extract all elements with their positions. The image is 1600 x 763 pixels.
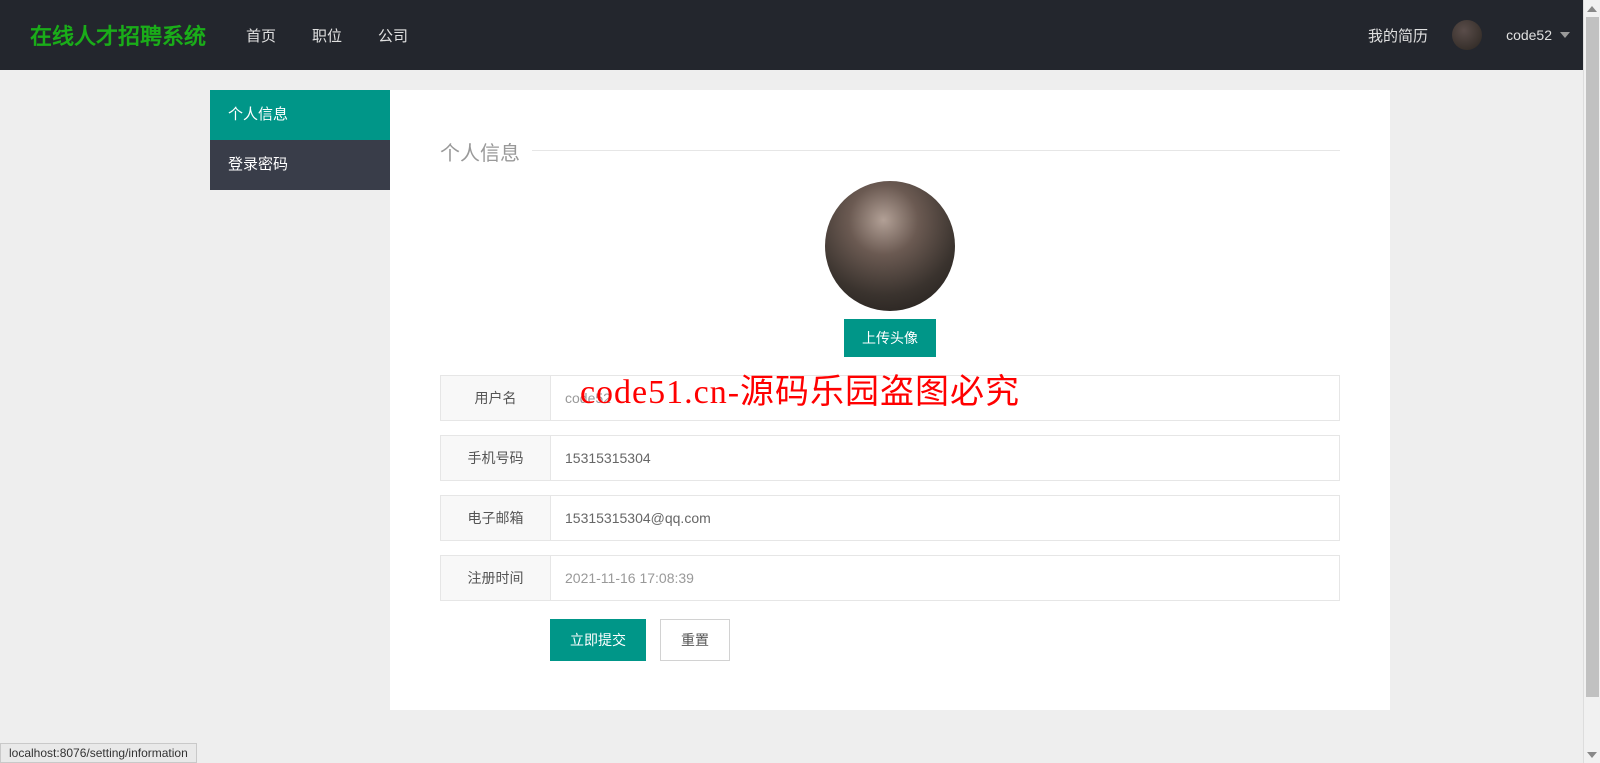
field-email: 电子邮箱 <box>440 495 1340 541</box>
sidebar-item-label: 个人信息 <box>228 106 288 123</box>
email-input[interactable] <box>551 496 1339 540</box>
page-container: 个人信息 登录密码 个人信息 上传头像 用户名 手机号码 电子邮箱 注册时间 <box>210 90 1390 710</box>
main-panel: 个人信息 上传头像 用户名 手机号码 电子邮箱 注册时间 立即提交 重置 <box>390 90 1390 710</box>
form-actions: 立即提交 重置 <box>440 619 1340 661</box>
regtime-input <box>551 556 1339 600</box>
nav-links: 首页 职位 公司 <box>246 25 408 46</box>
field-label: 注册时间 <box>441 556 551 600</box>
nav-username: code52 <box>1506 27 1552 43</box>
user-menu[interactable]: code52 <box>1506 27 1570 43</box>
sidebar-item-personal-info[interactable]: 个人信息 <box>210 90 390 140</box>
section-divider: 个人信息 <box>440 150 1340 151</box>
nav-right: 我的简历 code52 <box>1368 20 1570 50</box>
field-label: 用户名 <box>441 376 551 420</box>
nav-link-home[interactable]: 首页 <box>246 25 276 46</box>
nav-link-jobs[interactable]: 职位 <box>312 25 342 46</box>
caret-down-icon <box>1560 32 1570 38</box>
upload-avatar-button[interactable]: 上传头像 <box>844 319 936 357</box>
phone-input[interactable] <box>551 436 1339 480</box>
vertical-scrollbar[interactable] <box>1583 0 1600 763</box>
reset-button[interactable]: 重置 <box>660 619 730 661</box>
field-label: 电子邮箱 <box>441 496 551 540</box>
scroll-up-icon[interactable] <box>1584 0 1600 17</box>
avatar-image <box>825 181 955 311</box>
section-title: 个人信息 <box>440 137 532 166</box>
browser-status-bar: localhost:8076/setting/information <box>0 743 197 763</box>
sidebar-item-password[interactable]: 登录密码 <box>210 140 390 190</box>
avatar-block: 上传头像 <box>440 181 1340 357</box>
username-input <box>551 376 1339 420</box>
scroll-down-icon[interactable] <box>1584 746 1600 763</box>
field-label: 手机号码 <box>441 436 551 480</box>
nav-link-company[interactable]: 公司 <box>378 25 408 46</box>
brand-title: 在线人才招聘系统 <box>30 19 206 51</box>
field-regtime: 注册时间 <box>440 555 1340 601</box>
field-username: 用户名 <box>440 375 1340 421</box>
user-avatar-icon[interactable] <box>1452 20 1482 50</box>
field-phone: 手机号码 <box>440 435 1340 481</box>
navbar: 在线人才招聘系统 首页 职位 公司 我的简历 code52 <box>0 0 1600 70</box>
scrollbar-thumb[interactable] <box>1586 17 1599 697</box>
sidebar-item-label: 登录密码 <box>228 156 288 173</box>
nav-link-my-resume[interactable]: 我的简历 <box>1368 25 1428 46</box>
submit-button[interactable]: 立即提交 <box>550 619 646 661</box>
sidebar: 个人信息 登录密码 <box>210 90 390 710</box>
